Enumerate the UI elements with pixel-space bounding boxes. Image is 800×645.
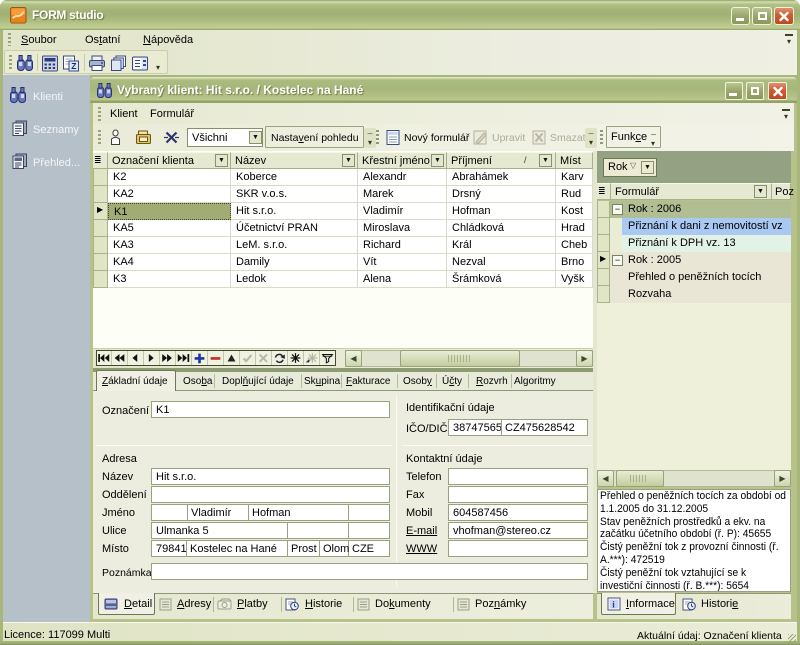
svg-text:Z: Z — [71, 61, 76, 71]
